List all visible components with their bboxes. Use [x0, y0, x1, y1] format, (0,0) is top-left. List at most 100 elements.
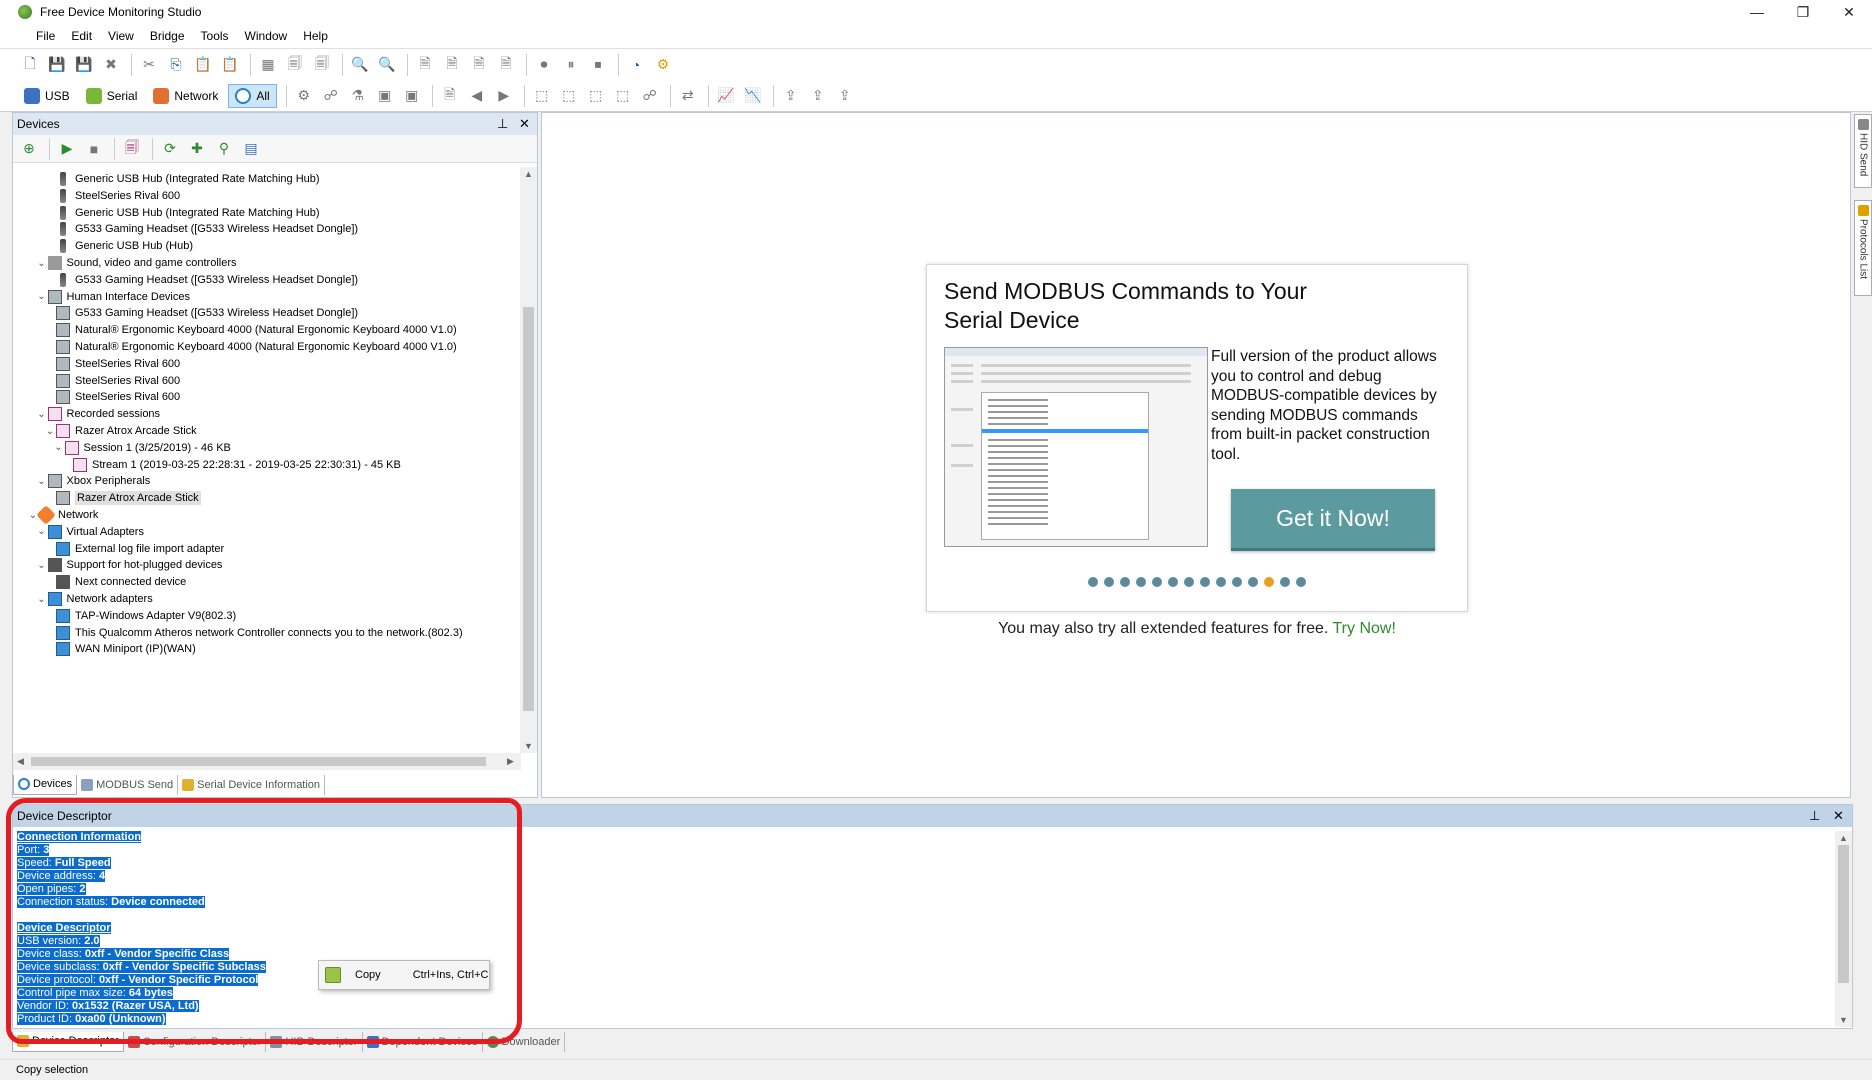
tab-modbus-send[interactable]: MODBUS Send [77, 774, 179, 795]
properties-icon[interactable]: ▤ [239, 137, 263, 161]
stop-monitoring-icon[interactable]: ■ [82, 137, 106, 161]
cut-icon[interactable]: ✂ [137, 53, 161, 77]
grid-icon[interactable]: ▦ [256, 53, 280, 77]
close-icon[interactable]: ✕ [1833, 808, 1844, 824]
filter-network-button[interactable]: Network [147, 84, 224, 108]
paste-special-icon[interactable]: 📋 [218, 53, 242, 77]
filter-serial-button[interactable]: Serial [80, 84, 144, 108]
chart-alt-icon[interactable]: 📉 [741, 84, 765, 108]
device-tree-vscroll[interactable]: ▲ ▼ [520, 167, 537, 753]
pin-icon[interactable]: ⊥ [1809, 808, 1820, 824]
bookmark-icon[interactable]: 🗎 [413, 53, 437, 77]
scroll-thumb[interactable] [523, 307, 534, 711]
restore-button[interactable]: ❐ [1780, 0, 1826, 24]
descriptor-text[interactable]: Connection Information Port: 3 Speed: Full… [17, 831, 1827, 1027]
select-alt-icon[interactable]: ⬚ [557, 84, 581, 108]
pages-icon[interactable]: 🗐 [310, 53, 334, 77]
menu-file[interactable]: File [28, 29, 63, 43]
chart-icon[interactable]: 📈 [714, 84, 738, 108]
tab-hid-send[interactable]: HID Send [1854, 114, 1872, 188]
carousel-dot[interactable] [1216, 577, 1226, 587]
scroll-thumb[interactable] [1838, 845, 1849, 983]
tab-dependent-devices[interactable]: Dependent Devices [363, 1031, 483, 1052]
settings-icon[interactable]: ⚙ [651, 53, 675, 77]
tab-hid-descriptor[interactable]: HID Descriptor [266, 1031, 363, 1052]
scroll-down-icon[interactable]: ▼ [524, 741, 533, 751]
select-icon[interactable]: ⬚ [530, 84, 554, 108]
new-file-icon[interactable]: 🗋 [18, 53, 42, 77]
pause-icon[interactable]: ⏸ [559, 53, 583, 77]
tree-icon[interactable]: ☍ [319, 84, 343, 108]
chevron-down-icon[interactable]: ⌄ [36, 526, 48, 537]
carousel-dot[interactable] [1152, 577, 1162, 587]
bookmark-next-icon[interactable]: 🗎 [440, 53, 464, 77]
group-icon[interactable]: ☍ [638, 84, 662, 108]
back-icon[interactable]: ◀ [465, 84, 489, 108]
minimize-button[interactable]: — [1734, 0, 1780, 24]
carousel-dot[interactable] [1296, 577, 1306, 587]
scroll-up-icon[interactable]: ▲ [1839, 833, 1848, 843]
stop-icon[interactable]: ⏹ [586, 53, 610, 77]
forward-icon[interactable]: ▶ [492, 84, 516, 108]
export-all-icon[interactable]: ⇪ [833, 84, 857, 108]
carousel-dot[interactable] [1120, 577, 1130, 587]
scroll-down-icon[interactable]: ▼ [1839, 1015, 1848, 1025]
connect-icon[interactable]: ⚲ [212, 137, 236, 161]
select-none-icon[interactable]: ⬚ [611, 84, 635, 108]
chevron-down-icon[interactable]: ⌄ [36, 476, 48, 487]
session-icon[interactable]: 🗐 [120, 137, 144, 161]
statistics-icon[interactable]: ◔ [624, 53, 648, 77]
context-copy-item[interactable]: Copy [355, 969, 381, 981]
tab-serial-info[interactable]: Serial Device Information [178, 774, 326, 795]
split-icon[interactable]: ⇄ [676, 84, 700, 108]
carousel-dot[interactable] [1168, 577, 1178, 587]
close-button[interactable]: ✕ [1826, 0, 1872, 24]
export-icon[interactable]: ⇪ [779, 84, 803, 108]
chevron-down-icon[interactable]: ⌄ [36, 409, 48, 420]
carousel-dot[interactable] [1280, 577, 1290, 587]
carousel-dot[interactable] [1264, 577, 1274, 587]
select-all-icon[interactable]: ⬚ [584, 84, 608, 108]
carousel-dot[interactable] [1104, 577, 1114, 587]
devices-dropdown-icon[interactable]: ⚙ [292, 84, 316, 108]
carousel-dot[interactable] [1200, 577, 1210, 587]
tab-downloader[interactable]: Downloader [483, 1031, 566, 1052]
carousel-dot[interactable] [1136, 577, 1146, 587]
plugin-icon[interactable]: ✚ [185, 137, 209, 161]
bookmark-prev-icon[interactable]: 🗎 [467, 53, 491, 77]
try-now-link[interactable]: Try Now! [1333, 620, 1396, 637]
document-icon[interactable]: 🗎 [438, 84, 462, 108]
scroll-thumb[interactable] [31, 757, 486, 766]
menu-help[interactable]: Help [295, 29, 336, 43]
tab-configuration-descriptor[interactable]: Configuration Descriptor [124, 1031, 267, 1052]
layout-icon[interactable]: ▣ [373, 84, 397, 108]
refresh-icon[interactable]: ⟳ [158, 137, 182, 161]
carousel-dot[interactable] [1184, 577, 1194, 587]
menu-edit[interactable]: Edit [63, 29, 100, 43]
menu-window[interactable]: Window [237, 29, 296, 43]
chevron-down-icon[interactable]: ⌄ [36, 560, 48, 571]
device-tree-hscroll[interactable]: ◀ ▶ [13, 753, 521, 770]
tab-protocols-list[interactable]: Protocols List [1854, 200, 1872, 296]
pin-icon[interactable]: ⊥ [497, 116, 508, 132]
save-icon[interactable]: 💾 [45, 53, 69, 77]
filter-icon[interactable]: ⚗ [346, 84, 370, 108]
bookmark-clear-icon[interactable]: 🗎 [494, 53, 518, 77]
tree-item[interactable]: WAN Miniport (IP)(WAN) [44, 639, 196, 659]
chevron-down-icon[interactable]: ⌄ [36, 594, 48, 605]
chevron-down-icon[interactable]: ⌄ [53, 442, 65, 453]
find-next-icon[interactable]: 🔍 [375, 53, 399, 77]
record-icon[interactable]: ⏺ [532, 53, 556, 77]
find-icon[interactable]: 🔍 [348, 53, 372, 77]
chevron-down-icon[interactable]: ⌄ [36, 258, 48, 269]
menu-bridge[interactable]: Bridge [142, 29, 193, 43]
export-alt-icon[interactable]: ⇪ [806, 84, 830, 108]
carousel-dot[interactable] [1232, 577, 1242, 587]
get-it-now-button[interactable]: Get it Now! [1231, 489, 1435, 551]
layout-alt-icon[interactable]: ▣ [400, 84, 424, 108]
menu-tools[interactable]: Tools [193, 29, 237, 43]
paste-icon[interactable]: 📋 [191, 53, 215, 77]
carousel-dot[interactable] [1088, 577, 1098, 587]
scroll-left-icon[interactable]: ◀ [17, 756, 24, 767]
start-monitoring-icon[interactable]: ▶ [55, 137, 79, 161]
